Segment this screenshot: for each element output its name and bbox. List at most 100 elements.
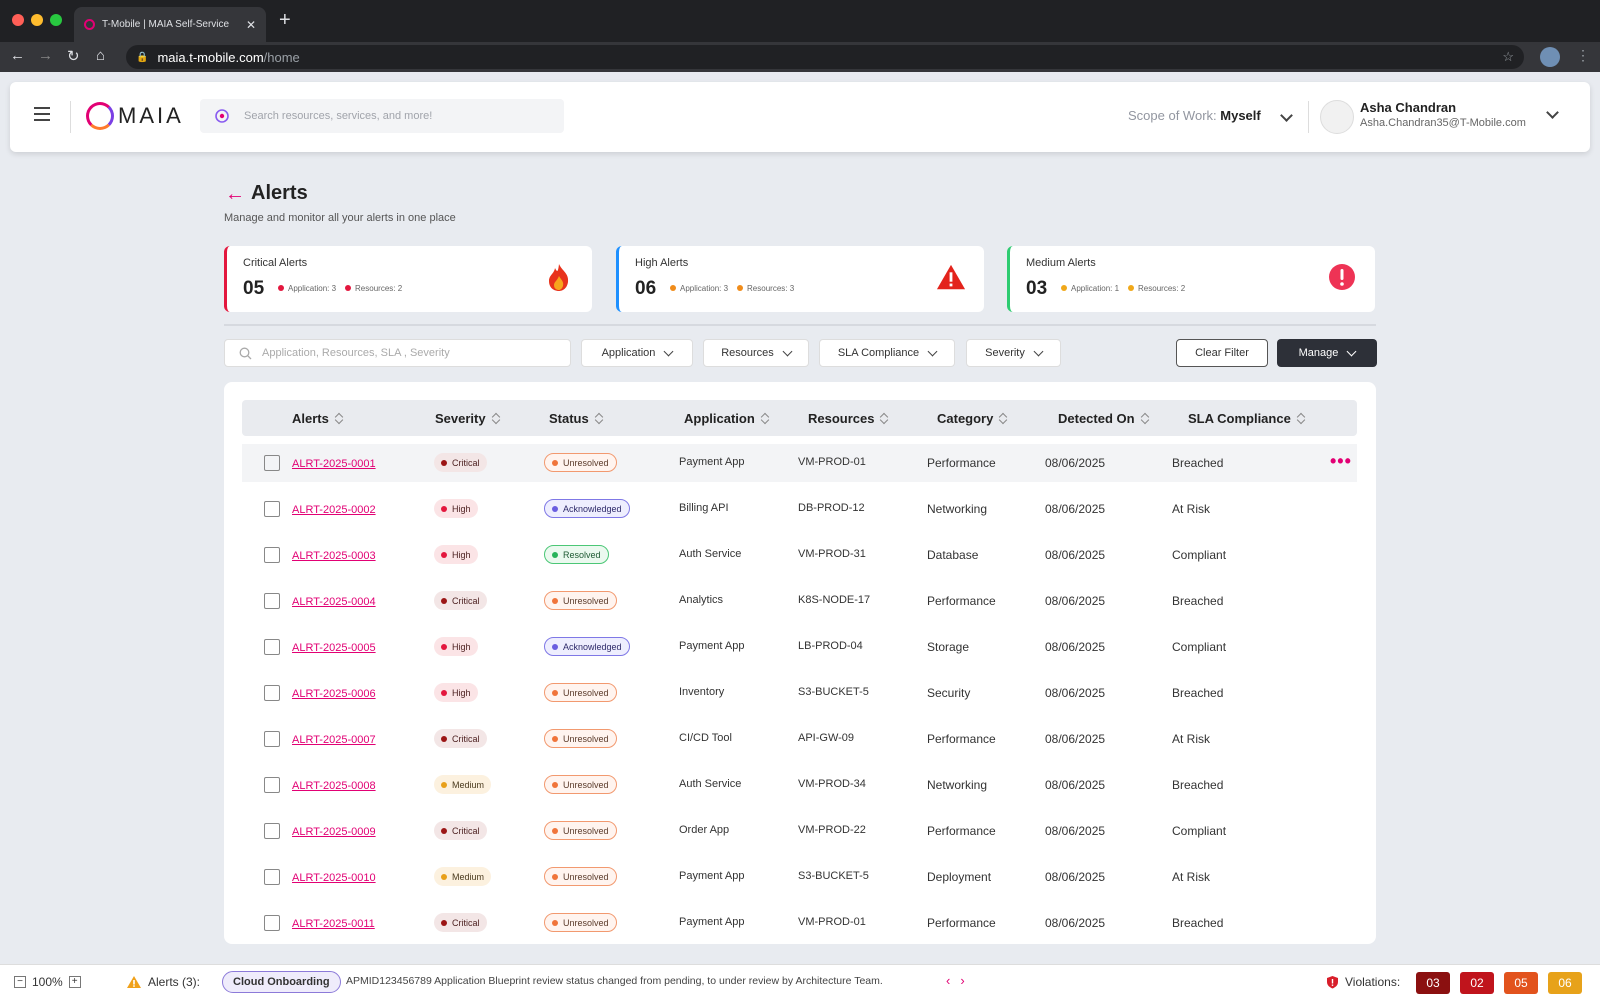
alert-id-link[interactable]: ALRT-2025-0011 <box>292 918 375 930</box>
sort-icon[interactable] <box>595 412 603 425</box>
sort-icon[interactable] <box>1141 412 1149 425</box>
alerts-table: Alerts Severity Status Application Resou… <box>224 382 1376 944</box>
column-header-application[interactable]: Application <box>684 411 769 426</box>
table-row[interactable]: ALRT-2025-0009 Critical Unresolved Order Ap… <box>242 812 1357 850</box>
table-row[interactable]: ALRT-2025-0006 High Unresolved Inventory S3-… <box>242 674 1357 712</box>
table-row[interactable]: ALRT-2025-0007 Critical Unresolved CI/CD To… <box>242 720 1357 758</box>
column-header-detected-on[interactable]: Detected On <box>1058 411 1149 426</box>
table-row[interactable]: ALRT-2025-0004 Critical Unresolved Analytic… <box>242 582 1357 620</box>
column-header-sla-compliance[interactable]: SLA Compliance <box>1188 411 1305 426</box>
forward-arrow-icon[interactable]: → <box>38 47 53 64</box>
table-row[interactable]: ALRT-2025-0010 Medium Unresolved Payment Ap… <box>242 858 1357 896</box>
violation-count-badge[interactable]: 05 <box>1504 972 1538 994</box>
violation-count-badge[interactable]: 02 <box>1460 972 1494 994</box>
alert-id-link[interactable]: ALRT-2025-0010 <box>292 872 376 884</box>
column-header-alerts[interactable]: Alerts <box>292 411 343 426</box>
alert-id-link[interactable]: ALRT-2025-0005 <box>292 642 376 654</box>
home-icon[interactable]: ⌂ <box>96 47 105 64</box>
zoom-out-icon[interactable]: − <box>14 976 26 988</box>
resources-filter-dropdown[interactable]: Resources <box>703 339 809 367</box>
table-row[interactable]: ALRT-2025-0011 Critical Unresolved Payment … <box>242 904 1357 942</box>
row-checkbox[interactable] <box>264 915 280 931</box>
window-maximize-button[interactable] <box>50 14 62 26</box>
clear-filter-button[interactable]: Clear Filter <box>1176 339 1268 367</box>
manage-button[interactable]: Manage <box>1277 339 1377 367</box>
medium-alerts-card[interactable]: Medium Alerts 03 Application: 1 Resource… <box>1007 246 1375 312</box>
more-options-icon[interactable]: ••• <box>1330 451 1352 472</box>
sort-icon[interactable] <box>335 412 343 425</box>
browser-menu-icon[interactable]: ⋮ <box>1576 47 1590 64</box>
back-arrow-icon[interactable]: ← <box>225 183 245 206</box>
sort-icon[interactable] <box>880 412 888 425</box>
avatar[interactable] <box>1320 100 1354 134</box>
column-header-status[interactable]: Status <box>549 411 603 426</box>
sort-icon[interactable] <box>1297 412 1305 425</box>
row-checkbox[interactable] <box>264 823 280 839</box>
critical-alerts-card[interactable]: Critical Alerts 05 Application: 3 Resour… <box>224 246 592 312</box>
high-alerts-card[interactable]: High Alerts 06 Application: 3 Resources:… <box>616 246 984 312</box>
hamburger-menu-icon[interactable] <box>34 107 50 121</box>
alert-id-link[interactable]: ALRT-2025-0009 <box>292 826 376 838</box>
table-row[interactable]: ALRT-2025-0001 Critical Unresolved Payment … <box>242 444 1357 482</box>
maia-logo-icon <box>86 102 114 130</box>
status-badge: Unresolved <box>544 683 617 702</box>
column-header-severity[interactable]: Severity <box>435 411 500 426</box>
ai-sparkle-icon <box>215 109 229 123</box>
cloud-onboarding-chip[interactable]: Cloud Onboarding <box>222 971 341 993</box>
user-menu-chevron-icon[interactable] <box>1546 106 1559 119</box>
row-checkbox[interactable] <box>264 593 280 609</box>
chevron-left-icon[interactable]: ‹ <box>946 973 950 988</box>
table-row[interactable]: ALRT-2025-0005 High Acknowledged Payment Ap… <box>242 628 1357 666</box>
reload-icon[interactable]: ↻ <box>67 47 80 65</box>
new-tab-icon[interactable]: + <box>279 9 291 32</box>
chevron-right-icon[interactable]: › <box>960 973 964 988</box>
violation-count-badge[interactable]: 06 <box>1548 972 1582 994</box>
back-arrow-icon[interactable]: ← <box>10 47 25 64</box>
alert-id-link[interactable]: ALRT-2025-0002 <box>292 504 376 516</box>
application-filter-dropdown[interactable]: Application <box>581 339 693 367</box>
sort-icon[interactable] <box>999 412 1007 425</box>
sla-compliance-filter-dropdown[interactable]: SLA Compliance <box>819 339 955 367</box>
window-close-button[interactable] <box>12 14 24 26</box>
violation-count-badge[interactable]: 03 <box>1416 972 1450 994</box>
severity-badge: Medium <box>434 775 492 794</box>
user-email: Asha.Chandran35@T-Mobile.com <box>1360 117 1526 129</box>
global-search-input[interactable]: Search resources, services, and more! <box>200 99 564 133</box>
table-row[interactable]: ALRT-2025-0003 High Resolved Auth Service VM… <box>242 536 1357 574</box>
sort-icon[interactable] <box>761 412 769 425</box>
row-checkbox[interactable] <box>264 869 280 885</box>
alert-id-link[interactable]: ALRT-2025-0004 <box>292 596 376 608</box>
sla-compliance-cell: Breached <box>1172 456 1224 470</box>
row-checkbox[interactable] <box>264 777 280 793</box>
scope-value: Myself <box>1220 108 1261 123</box>
browser-tab[interactable]: T-Mobile | MAIA Self-Service ✕ <box>74 7 266 42</box>
row-checkbox[interactable] <box>264 455 280 471</box>
column-header-category[interactable]: Category <box>937 411 1007 426</box>
severity-filter-dropdown[interactable]: Severity <box>966 339 1061 367</box>
row-checkbox[interactable] <box>264 639 280 655</box>
sort-icon[interactable] <box>492 412 500 425</box>
table-search-input[interactable]: Application, Resources, SLA , Severity <box>224 339 571 367</box>
table-row[interactable]: ALRT-2025-0002 High Acknowledged Billing AP… <box>242 490 1357 528</box>
row-checkbox[interactable] <box>264 547 280 563</box>
ticker-nav: ‹ › <box>946 973 965 988</box>
tab-close-icon[interactable]: ✕ <box>246 18 256 32</box>
row-checkbox[interactable] <box>264 501 280 517</box>
bookmark-star-icon[interactable]: ☆ <box>1502 49 1514 65</box>
severity-badge: Critical <box>434 913 487 932</box>
profile-icon[interactable] <box>1540 47 1560 67</box>
row-checkbox[interactable] <box>264 731 280 747</box>
column-header-resources[interactable]: Resources <box>808 411 888 426</box>
alert-id-link[interactable]: ALRT-2025-0001 <box>292 458 376 470</box>
alert-id-link[interactable]: ALRT-2025-0007 <box>292 734 376 746</box>
window-minimize-button[interactable] <box>31 14 43 26</box>
scope-of-work-selector[interactable]: Scope of Work: Myself <box>1128 108 1294 123</box>
chevron-down-icon[interactable] <box>1280 109 1294 122</box>
table-row[interactable]: ALRT-2025-0008 Medium Unresolved Auth Servi… <box>242 766 1357 804</box>
alert-id-link[interactable]: ALRT-2025-0008 <box>292 780 376 792</box>
zoom-in-icon[interactable]: + <box>68 976 81 988</box>
row-checkbox[interactable] <box>264 685 280 701</box>
alert-id-link[interactable]: ALRT-2025-0003 <box>292 550 376 562</box>
alert-id-link[interactable]: ALRT-2025-0006 <box>292 688 376 700</box>
address-bar[interactable]: 🔒 maia.t-mobile.com/home ☆ <box>126 45 1524 69</box>
